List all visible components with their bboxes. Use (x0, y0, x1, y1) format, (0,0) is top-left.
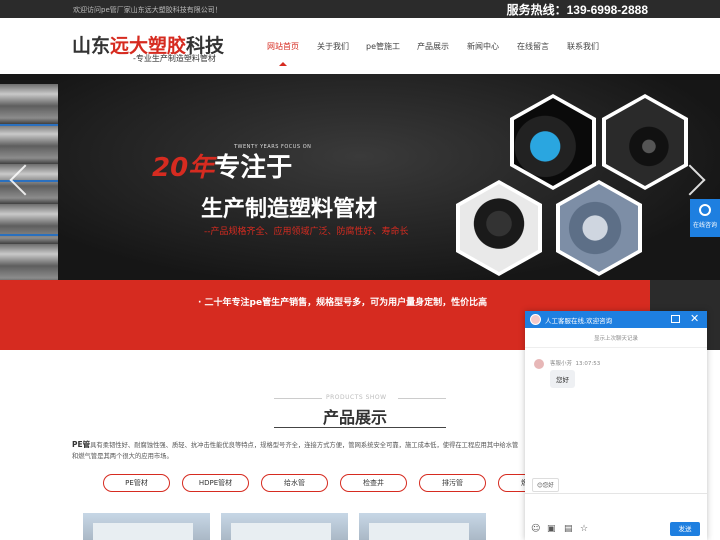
banner-slider: TWENTY YEARS FOCUS ON 20年专注于 生产制造塑料管材 --… (0, 74, 720, 350)
divider (274, 427, 446, 428)
chat-header: 人工客服在线,欢迎咨询 ✕ (525, 311, 707, 328)
agent-avatar (534, 359, 544, 369)
product-thumbnail[interactable] (221, 513, 348, 540)
banner-headline: 20年专注于 (152, 147, 292, 184)
category-pe-pipe[interactable]: PE管材 (103, 474, 170, 492)
logo-part1: 山东 (72, 35, 111, 57)
product-thumbnail[interactable] (359, 513, 486, 540)
category-tabs: PE管材 HDPE管材 给水管 检查井 排污管 燃气管 (103, 474, 565, 492)
category-hdpe-pipe[interactable]: HDPE管材 (182, 474, 249, 492)
message-time: 13:07:53 (575, 361, 601, 367)
main-nav: 网站首页 关于我们 pe管施工 产品展示 新闻中心 在线留言 联系我们 (258, 36, 608, 68)
nav-home[interactable]: 网站首页 (258, 36, 308, 68)
agent-message: 您好 (550, 370, 575, 388)
nav-news[interactable]: 新闻中心 (458, 36, 508, 68)
chat-history-link[interactable]: 显示上次聊天记录 (525, 334, 707, 342)
agent-avatar-icon (530, 314, 541, 325)
nav-contact[interactable]: 联系我们 (558, 36, 608, 68)
star-icon[interactable]: ☆ (580, 524, 588, 534)
banner-line2: 生产制造塑料管材 (201, 197, 378, 222)
banner-headline-red: 20年 (152, 153, 215, 183)
file-icon[interactable]: ▤ (564, 524, 573, 534)
section-title-en: PRODUCTS SHOW (326, 394, 387, 401)
banner-headline-white: 专注于 (214, 153, 293, 183)
divider (525, 347, 707, 348)
product-thumbnails (83, 513, 486, 540)
product-description: PE管具有柔韧性好、耐腐蚀性强、质轻、抗冲击性能优良等特点，规格型号齐全，连接方… (72, 439, 524, 462)
online-consult-button[interactable]: 在线咨询 (690, 199, 720, 237)
nav-products[interactable]: 产品展示 (408, 36, 458, 68)
product-lead: PE管 (72, 440, 91, 449)
quick-reply[interactable]: 😊您好 (532, 478, 559, 492)
online-consult-label: 在线咨询 (692, 222, 717, 229)
headset-icon (699, 204, 711, 216)
section-title: 产品展示 (323, 408, 388, 427)
nav-about[interactable]: 关于我们 (308, 36, 358, 68)
category-sewage-pipe[interactable]: 排污管 (419, 474, 486, 492)
chat-window: 人工客服在线,欢迎咨询 ✕ 显示上次聊天记录 客服小芳 13:07:53 您好 … (525, 311, 707, 540)
category-inspection-well[interactable]: 检查井 (340, 474, 407, 492)
category-water-pipe[interactable]: 给水管 (261, 474, 328, 492)
image-icon[interactable]: ▣ (547, 524, 556, 534)
header: 山东远大塑胶科技 -专业生产制造塑料管材 网站首页 关于我们 pe管施工 产品展… (0, 18, 720, 74)
product-thumbnail[interactable] (83, 513, 210, 540)
chat-title: 人工客服在线,欢迎咨询 (545, 317, 613, 325)
send-button[interactable]: 发送 (670, 522, 700, 536)
agent-meta: 客服小芳 13:07:53 (550, 359, 600, 367)
promo-text: · 二十年专注pe管生产销售，规格型号多，可为用户量身定制，性价比高 (198, 298, 488, 308)
agent-name: 客服小芳 (550, 361, 573, 367)
logo-subtitle: -专业生产制造塑料管材 (133, 54, 216, 63)
nav-construction[interactable]: pe管施工 (358, 36, 408, 68)
banner-line3: --产品规格齐全、应用领域广泛、防腐性好、寿命长 (204, 227, 409, 237)
emoji-icon[interactable]: ☺ (531, 524, 540, 534)
hotline-text: 服务热线：139-6998-2888 (506, 3, 648, 17)
top-bar: 欢迎访问pe管厂家山东远大塑胶科技有限公司！ 服务热线：139-6998-288… (0, 0, 720, 18)
chat-input-area[interactable]: ☺ ▣ ▤ ☆ 发送 (525, 493, 707, 540)
minimize-icon[interactable] (671, 315, 680, 323)
nav-message[interactable]: 在线留言 (508, 36, 558, 68)
divider (274, 398, 322, 399)
close-icon[interactable]: ✕ (690, 312, 699, 325)
divider (398, 398, 446, 399)
welcome-text: 欢迎访问pe管厂家山东远大塑胶科技有限公司！ (73, 6, 222, 14)
product-desc-text: 具有柔韧性好、耐腐蚀性强、质轻、抗冲击性能优良等特点，规格型号齐全，连接方式方便… (72, 442, 519, 460)
